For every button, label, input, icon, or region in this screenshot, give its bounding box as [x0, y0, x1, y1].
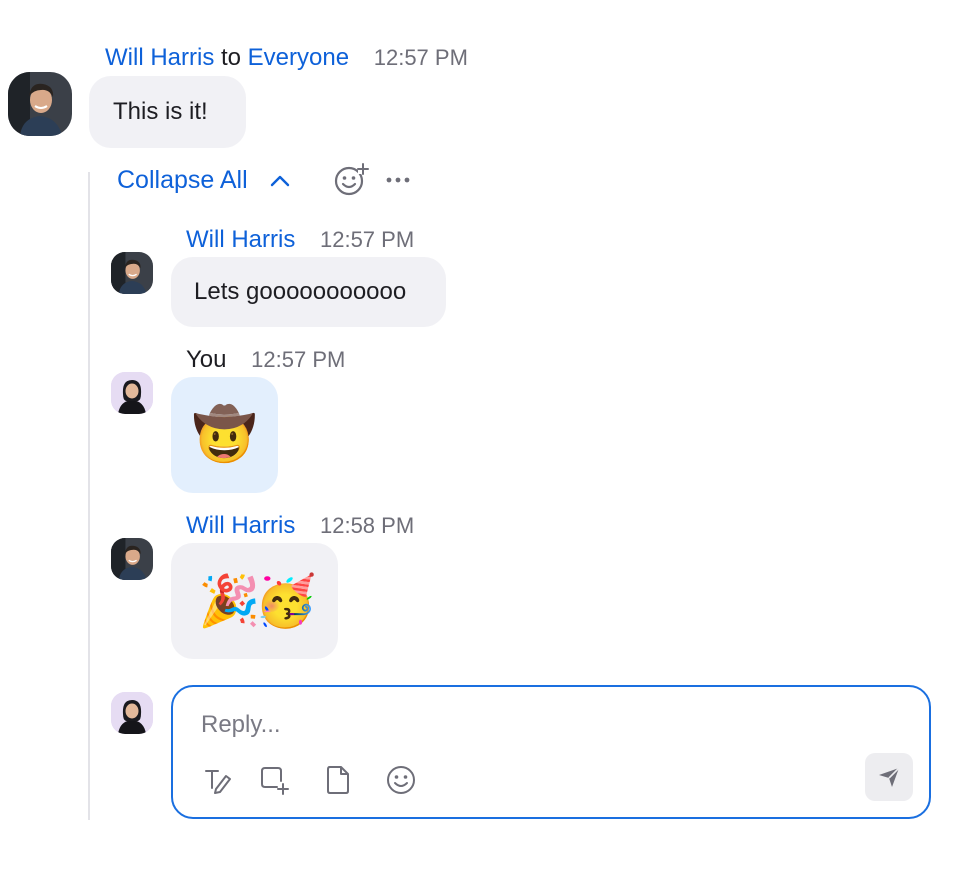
chevron-up-icon [268, 169, 292, 193]
reply-input[interactable] [199, 707, 843, 743]
thread-line [88, 172, 90, 820]
message-text: This is it! [113, 98, 208, 125]
more-horizontal-icon[interactable] [385, 170, 411, 190]
send-button[interactable] [865, 753, 913, 801]
format-text-icon[interactable] [201, 763, 235, 797]
reply-header: Will Harris 12:57 PM [186, 226, 414, 254]
message-header: Will Harris to Everyone 12:57 PM [105, 44, 468, 72]
avatar-you[interactable] [111, 372, 153, 414]
message-time: 12:57 PM [373, 45, 468, 70]
reply-time: 12:57 PM [251, 347, 346, 372]
reply-time: 12:58 PM [319, 513, 415, 538]
reply-bubble-own: 🤠 [171, 377, 278, 493]
reply-sender[interactable]: Will Harris [186, 226, 295, 253]
emoji-icon[interactable] [384, 763, 418, 797]
avatar-will-harris[interactable] [111, 538, 153, 580]
reply-composer [171, 685, 931, 819]
reply-bubble: Lets gooooooooooo [171, 257, 446, 327]
reply-sender: You [186, 346, 227, 373]
sender-name[interactable]: Will Harris [105, 44, 214, 71]
to-label: to [220, 44, 241, 71]
reply-sender[interactable]: Will Harris [186, 512, 295, 539]
screenshot-icon[interactable] [257, 763, 291, 797]
recipient-name[interactable]: Everyone [248, 44, 349, 71]
reply-time: 12:57 PM [319, 227, 415, 252]
file-icon[interactable] [321, 763, 355, 797]
avatar-you [111, 692, 153, 734]
cowboy-emoji: 🤠 [192, 406, 257, 464]
party-emoji: 🎉🥳 [198, 573, 316, 629]
avatar-will-harris[interactable] [8, 72, 72, 136]
send-icon [876, 764, 902, 790]
reply-header: Will Harris 12:58 PM [186, 512, 414, 540]
message-bubble: This is it! [89, 76, 246, 148]
collapse-all-button[interactable]: Collapse All [117, 166, 292, 195]
avatar-will-harris[interactable] [111, 252, 153, 294]
reply-header: You 12:57 PM [186, 346, 345, 374]
add-reaction-icon[interactable] [332, 162, 370, 198]
collapse-all-label: Collapse All [117, 166, 248, 194]
reply-bubble: 🎉🥳 [171, 543, 338, 659]
reply-text: Lets gooooooooooo [194, 278, 407, 305]
